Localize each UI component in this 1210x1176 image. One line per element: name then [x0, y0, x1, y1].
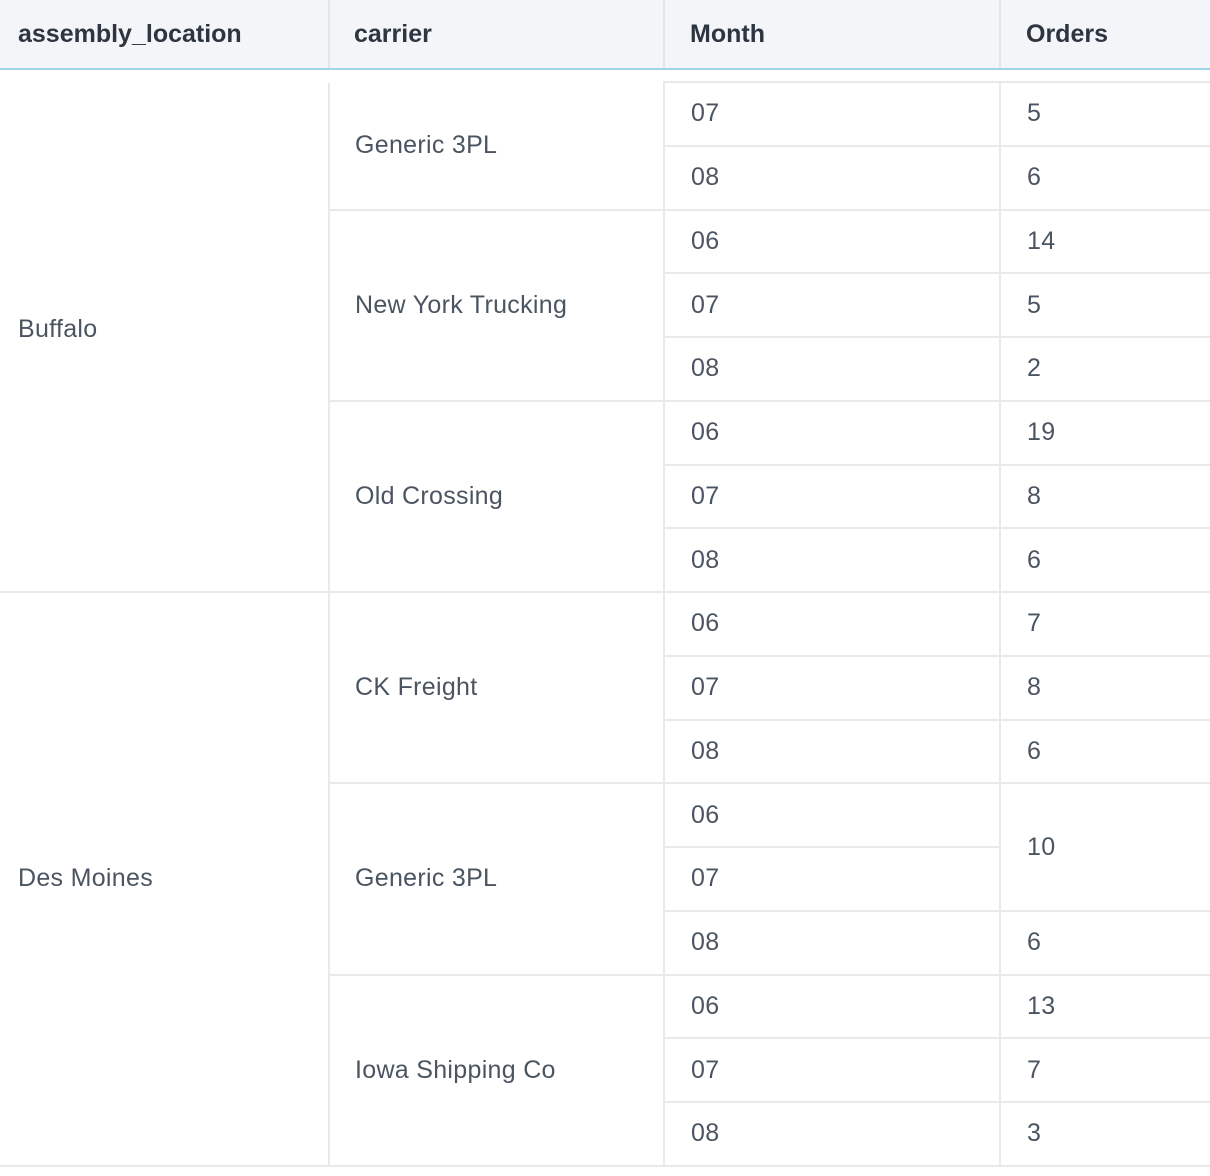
month-cell: 06	[663, 975, 999, 1040]
carrier-cell: Generic 3PL	[328, 83, 663, 211]
month-cell: 07	[663, 274, 999, 338]
orders-cell: 8	[999, 656, 1210, 721]
orders-cell: 5	[999, 83, 1210, 147]
assembly-location-cell: Buffalo	[0, 68, 328, 593]
column-header-assembly-location[interactable]: assembly_location	[0, 0, 328, 68]
pivot-table: assembly_location carrier Month Orders 0…	[0, 0, 1210, 1176]
month-cell: 06	[663, 593, 999, 657]
orders-cell: 8	[999, 465, 1210, 530]
orders-cell: 13	[999, 975, 1210, 1040]
month-cell: 08	[663, 146, 999, 211]
month-cell: 07	[663, 465, 999, 530]
month-cell: 08	[663, 911, 999, 976]
column-header-month[interactable]: Month	[663, 0, 999, 68]
orders-cell: 5	[999, 274, 1210, 338]
orders-cell: 6	[999, 529, 1210, 593]
carrier-cell: New York Trucking	[328, 210, 663, 402]
orders-cell: 6	[999, 720, 1210, 785]
orders-cell: 14	[999, 210, 1210, 275]
orders-cell: 6	[999, 146, 1210, 211]
assembly-location-cell: Des Moines	[0, 593, 328, 1167]
month-cell: 06	[663, 401, 999, 466]
month-cell: 07	[663, 656, 999, 721]
month-cell: 07	[663, 83, 999, 147]
month-cell: 08	[663, 720, 999, 785]
month-cell: 08	[663, 1103, 999, 1167]
month-cell: 07	[663, 848, 999, 912]
carrier-cell: Iowa Shipping Co	[328, 975, 663, 1167]
orders-cell: 7	[999, 1039, 1210, 1103]
orders-cell: 19	[999, 401, 1210, 466]
month-cell: 08	[663, 529, 999, 593]
month-cell: 08	[663, 338, 999, 402]
month-cell: 07	[663, 1039, 999, 1103]
column-header-carrier[interactable]: carrier	[328, 0, 663, 68]
month-cell: 06	[663, 784, 999, 848]
table-header: assembly_location carrier Month Orders	[0, 0, 1210, 70]
carrier-cell: Old Crossing	[328, 401, 663, 593]
orders-cell: 2	[999, 338, 1210, 402]
column-header-orders[interactable]: Orders	[999, 0, 1210, 68]
orders-cell: 10	[999, 784, 1210, 912]
orders-cell: 6	[999, 911, 1210, 976]
carrier-cell: Generic 3PL	[328, 784, 663, 976]
orders-cell: 7	[999, 593, 1210, 657]
carrier-cell: CK Freight	[328, 593, 663, 785]
month-cell: 06	[663, 210, 999, 275]
orders-cell: 3	[999, 1103, 1210, 1167]
